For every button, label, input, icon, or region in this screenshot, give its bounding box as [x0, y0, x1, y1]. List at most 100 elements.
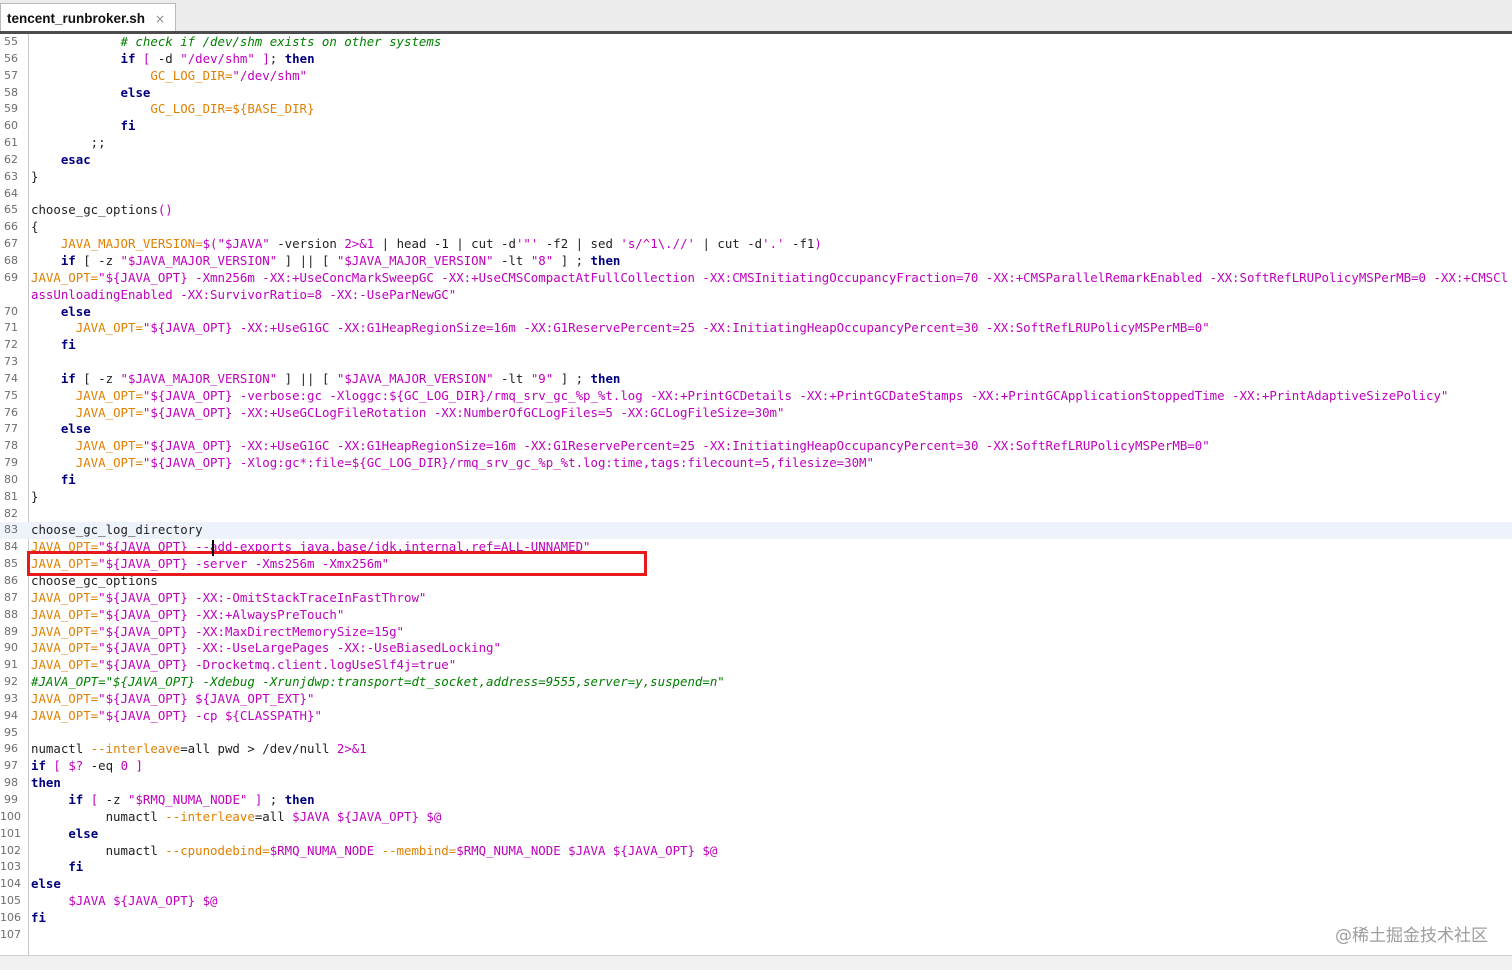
code-line[interactable]: 66 {	[0, 219, 1512, 236]
code-line[interactable]: 76 JAVA_OPT="${JAVA_OPT} -XX:+UseGCLogFi…	[0, 405, 1512, 422]
code-text: GC_LOG_DIR=${BASE_DIR}	[31, 101, 314, 118]
line-number: 83	[4, 523, 18, 537]
code-token: else	[60, 303, 91, 319]
code-line[interactable]: 97 if [ $? -eq 0 ]	[0, 758, 1512, 775]
code-token: fi	[60, 471, 76, 487]
line-number: 60	[4, 119, 18, 133]
code-line[interactable]: 83 choose_gc_log_directory	[0, 522, 1512, 540]
code-line[interactable]: 96 numactl --interleave=all pwd > /dev/nu…	[0, 741, 1512, 758]
code-line[interactable]: 100 numactl --interleave=all $JAVA ${JAV…	[0, 809, 1512, 826]
line-number: 105	[0, 894, 21, 908]
code-line[interactable]: 64	[0, 186, 1512, 203]
code-line[interactable]: 88 JAVA_OPT="${JAVA_OPT} -XX:+AlwaysPreTo…	[0, 607, 1512, 624]
code-token: [ -z	[75, 370, 121, 386]
code-token: then	[590, 252, 621, 268]
file-tab-title: tencent_runbroker.sh	[7, 11, 146, 26]
code-line[interactable]: 63}	[0, 169, 1512, 186]
code-token: --membind=	[381, 842, 457, 858]
code-line[interactable]: 68 if [ -z "$JAVA_MAJOR_VERSION" ] || [ …	[0, 253, 1512, 270]
code-line[interactable]: 81}	[0, 489, 1512, 506]
code-line[interactable]: 62 esac	[0, 152, 1512, 169]
code-token: 2>&1	[336, 741, 367, 757]
code-line[interactable]: 60 fi	[0, 118, 1512, 135]
code-line[interactable]: 72 fi	[0, 337, 1512, 354]
code-token: then	[31, 775, 61, 791]
code-line[interactable]: 105 $JAVA ${JAVA_OPT} $@	[0, 893, 1512, 910]
line-number: 98	[4, 776, 18, 790]
code-text: JAVA_OPT="${JAVA_OPT} --add-exports java…	[31, 539, 591, 556]
tab-bar: tencent_runbroker.sh ×	[0, 0, 1512, 33]
code-line[interactable]: 93 JAVA_OPT="${JAVA_OPT} ${JAVA_OPT_EXT}"	[0, 691, 1512, 708]
code-token: then	[590, 370, 621, 386]
code-token: "${JAVA_OPT} -server -Xms256m -Xmx256m"	[98, 556, 390, 572]
code-line[interactable]: 89 JAVA_OPT="${JAVA_OPT} -XX:MaxDirectMem…	[0, 624, 1512, 641]
code-line[interactable]: 67 JAVA_MAJOR_VERSION=$("$JAVA" -version…	[0, 236, 1512, 253]
code-token: fi	[120, 118, 136, 134]
code-line[interactable]: 77 else	[0, 421, 1512, 438]
code-token: -lt	[493, 252, 531, 268]
code-line[interactable]: 56 if [ -d "/dev/shm" ]; then	[0, 51, 1512, 68]
code-line[interactable]: 87 JAVA_OPT="${JAVA_OPT} -XX:-OmitStackTr…	[0, 590, 1512, 607]
code-line[interactable]: 75 JAVA_OPT="${JAVA_OPT} -verbose:gc -Xl…	[0, 388, 1512, 405]
code-line[interactable]: 95	[0, 725, 1512, 742]
code-text: if [ $? -eq 0 ]	[31, 758, 143, 775]
code-token: )	[814, 236, 822, 252]
code-text: else	[31, 85, 151, 102]
code-line[interactable]: 65 choose_gc_options()	[0, 202, 1512, 219]
code-line[interactable]: 94 JAVA_OPT="${JAVA_OPT} -cp ${CLASSPATH}…	[0, 708, 1512, 725]
code-line[interactable]: 107	[0, 927, 1512, 944]
line-number: 87	[4, 590, 18, 604]
code-line[interactable]: 106 fi	[0, 910, 1512, 927]
line-number: 55	[4, 35, 18, 48]
code-token: }	[31, 168, 39, 184]
code-line[interactable]: 99 if [ -z "$RMQ_NUMA_NODE" ] ; then	[0, 792, 1512, 809]
code-line[interactable]: 86 choose_gc_options	[0, 573, 1512, 590]
code-line[interactable]: 91 JAVA_OPT="${JAVA_OPT} -Drocketmq.clien…	[0, 657, 1512, 674]
code-token: =all pwd > /dev/null	[180, 741, 337, 757]
code-line[interactable]: 55 # check if /dev/shm exists on other s…	[0, 34, 1512, 51]
code-token: --interleave	[90, 741, 181, 757]
code-line[interactable]: 73	[0, 354, 1512, 371]
code-line[interactable]: 102 numactl --cpunodebind=$RMQ_NUMA_NODE…	[0, 843, 1512, 860]
file-tab[interactable]: tencent_runbroker.sh ×	[0, 3, 176, 33]
code-token: JAVA_OPT=	[31, 623, 99, 639]
horizontal-scrollbar[interactable]	[0, 955, 1512, 970]
code-token: choose_gc_options	[31, 202, 158, 218]
code-token: [ -z	[75, 252, 121, 268]
code-text: numactl --cpunodebind=$RMQ_NUMA_NODE --m…	[31, 842, 718, 860]
code-line[interactable]: 90 JAVA_OPT="${JAVA_OPT} -XX:-UseLargePag…	[0, 640, 1512, 657]
close-icon[interactable]: ×	[155, 12, 165, 26]
code-line[interactable]: 84 JAVA_OPT="${JAVA_OPT} --add-exports ja…	[0, 539, 1512, 556]
code-line[interactable]: 78 JAVA_OPT="${JAVA_OPT} -XX:+UseG1GC -X…	[0, 438, 1512, 455]
code-line[interactable]: 58 else	[0, 85, 1512, 102]
code-token: then	[284, 791, 315, 807]
code-line[interactable]: 85 JAVA_OPT="${JAVA_OPT} -server -Xms256m…	[0, 556, 1512, 573]
code-line[interactable]: 59 GC_LOG_DIR=${BASE_DIR}	[0, 101, 1512, 118]
code-line[interactable]: 70 else	[0, 304, 1512, 321]
code-text: esac	[31, 152, 91, 169]
code-line[interactable]: 71 JAVA_OPT="${JAVA_OPT} -XX:+UseG1GC -X…	[0, 320, 1512, 337]
code-text: then	[31, 775, 61, 792]
code-token: JAVA_OPT=	[31, 269, 99, 285]
code-line[interactable]: 69 JAVA_OPT="${JAVA_OPT} -Xmn256m -XX:+U…	[0, 270, 1512, 304]
code-editor[interactable]: 55 # check if /dev/shm exists on other s…	[0, 34, 1512, 955]
code-token: choose_gc_options	[31, 573, 158, 588]
code-token: ]	[135, 758, 143, 774]
code-line[interactable]: 74 if [ -z "$JAVA_MAJOR_VERSION" ] || [ …	[0, 371, 1512, 388]
code-line[interactable]: 101 else	[0, 826, 1512, 843]
code-line[interactable]: 80 fi	[0, 472, 1512, 489]
code-line[interactable]: 57 GC_LOG_DIR="/dev/shm"	[0, 68, 1512, 85]
line-number: 93	[4, 691, 18, 705]
code-line[interactable]: 92 #JAVA_OPT="${JAVA_OPT} -Xdebug -Xrunjd…	[0, 674, 1512, 691]
code-line[interactable]: 79 JAVA_OPT="${JAVA_OPT} -Xlog:gc*:file=…	[0, 455, 1512, 472]
code-token: "/dev/shm"	[180, 50, 255, 66]
code-line[interactable]: 103 fi	[0, 859, 1512, 876]
code-token: JAVA_OPT=	[75, 404, 143, 420]
code-line[interactable]: 98 then	[0, 775, 1512, 792]
line-number: 72	[4, 338, 18, 352]
code-text: GC_LOG_DIR="/dev/shm"	[31, 68, 307, 85]
code-line[interactable]: 104 else	[0, 876, 1512, 893]
code-line[interactable]: 61 ;;	[0, 135, 1512, 152]
code-line[interactable]: 82	[0, 506, 1512, 523]
